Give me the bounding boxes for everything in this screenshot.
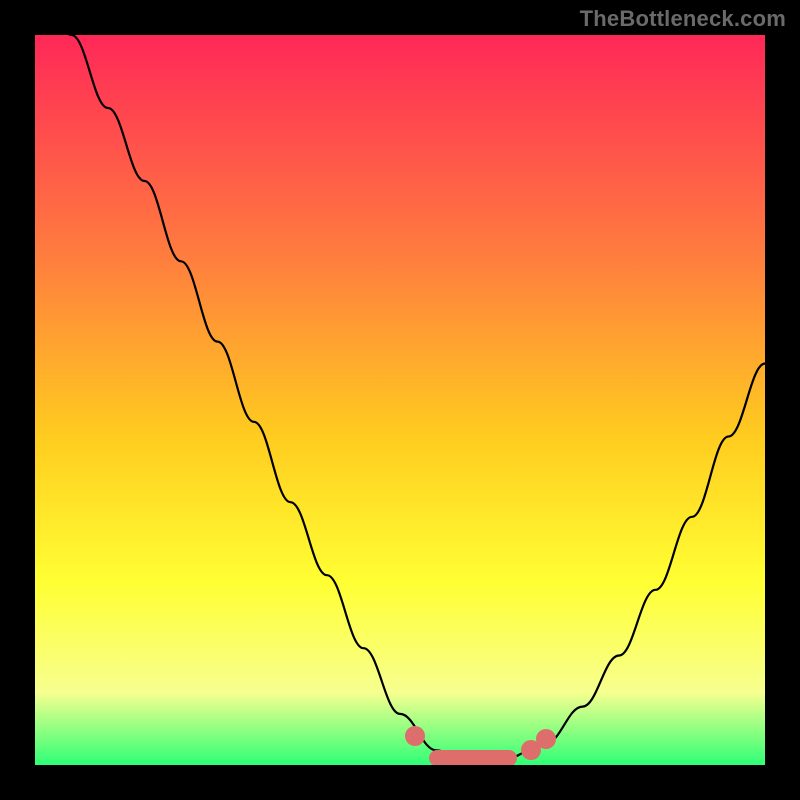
annotation-pill <box>429 750 517 765</box>
annotation-dot <box>405 726 425 746</box>
watermark-text: TheBottleneck.com <box>580 6 786 32</box>
plot-area <box>35 35 765 765</box>
annotation-dot <box>536 729 556 749</box>
chart-stage: TheBottleneck.com <box>0 0 800 800</box>
curve-line <box>35 35 765 765</box>
